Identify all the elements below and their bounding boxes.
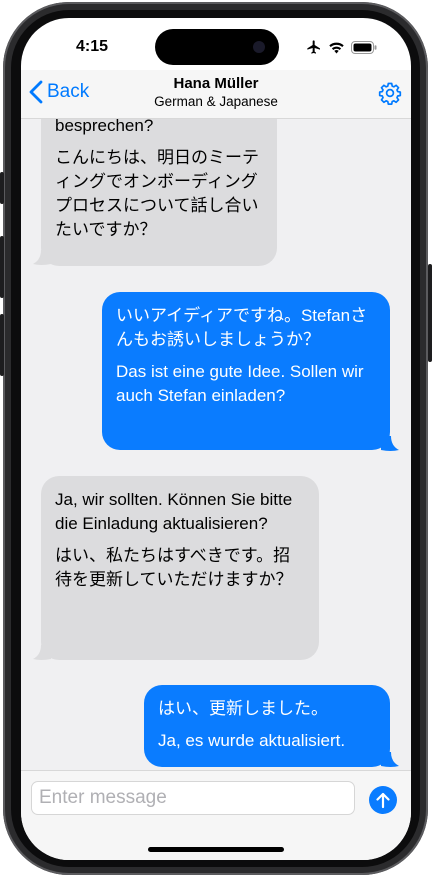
message-bubble-incoming[interactable]: besprechen? こんにちは、明日のミーティングでオンボーディングプロセス… — [41, 118, 277, 266]
message-input[interactable] — [31, 781, 355, 815]
settings-button[interactable] — [378, 81, 402, 105]
status-icons — [306, 39, 377, 55]
volume-up-button — [0, 236, 4, 298]
message-text: Ja, wir sollten. Können Sie bitte die Ei… — [55, 490, 293, 533]
message-text: besprechen? — [55, 118, 154, 135]
message-bubble-outgoing[interactable]: はい、更新しました。 Ja, es wurde aktualisiert. — [144, 685, 390, 767]
message-bubble-incoming[interactable]: Ja, wir sollten. Können Sie bitte die Ei… — [41, 476, 319, 660]
send-button[interactable] — [369, 786, 397, 814]
action-button — [0, 172, 4, 204]
arrow-up-icon — [376, 792, 390, 809]
power-button — [428, 264, 432, 362]
message-text: こんにちは、明日のミーティングでオンボーディングプロセスについて話し合いたいです… — [55, 148, 259, 239]
gear-icon — [378, 82, 402, 105]
battery-icon — [351, 40, 377, 54]
wifi-icon — [329, 42, 344, 53]
volume-down-button — [0, 314, 4, 376]
message-text: Ja, es wurde aktualisiert. — [158, 731, 346, 750]
message-text: はい、更新しました。 — [158, 699, 328, 718]
composer-bar — [21, 770, 411, 860]
status-time: 4:15 — [76, 38, 109, 55]
message-thread[interactable]: besprechen? こんにちは、明日のミーティングでオンボーディングプロセス… — [21, 118, 411, 770]
home-indicator — [148, 847, 284, 852]
contact-languages: German & Japanese — [154, 94, 278, 109]
contact-name: Hana Müller — [173, 75, 259, 92]
camera-dot — [253, 41, 265, 53]
navigation-bar: Back Hana Müller German & Japanese — [21, 70, 411, 119]
message-bubble-outgoing[interactable]: いいアイディアですね。Stefanさんもお誘いしましょうか？ Das ist e… — [102, 292, 390, 450]
message-text: いいアイディアですね。Stefanさんもお誘いしましょうか？ — [116, 306, 368, 349]
message-text: はい、私たちはすべきです。招待を更新していただけますか？ — [55, 546, 293, 589]
phone-screen: 4:15 besprechen? こんにちは、明日のミーティングでオンボーディン… — [21, 18, 411, 860]
dynamic-island — [155, 29, 279, 65]
message-text: Das ist eine gute Idee. Sollen wir auch … — [116, 362, 364, 405]
airplane-icon — [307, 40, 320, 54]
